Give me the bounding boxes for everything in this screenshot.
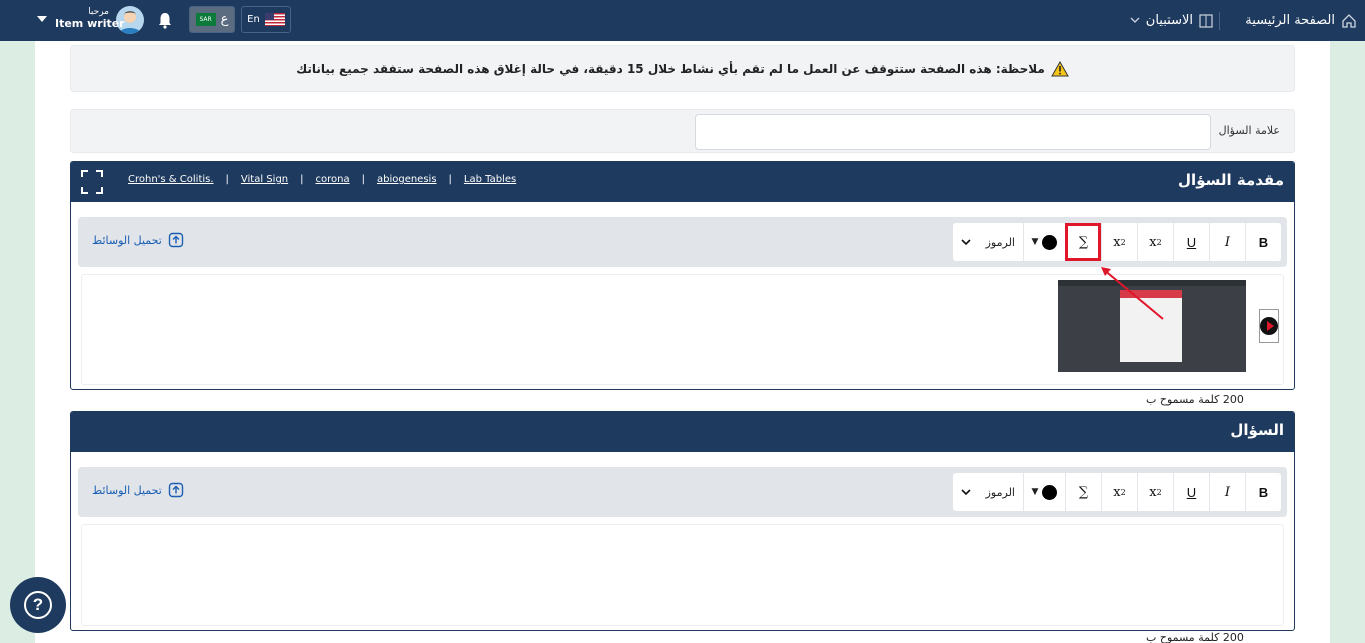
upload-label: تحميل الوسائط [92,233,162,247]
bold-button[interactable]: B [1245,473,1281,511]
intro-word-count: 200 كلمة مسموح ب [1146,393,1244,406]
home-label: الصفحة الرئيسية [1245,13,1335,28]
bell-icon[interactable] [157,12,173,29]
subscript-mark: 2 [1156,237,1162,247]
superscript-button[interactable]: x2 [1101,473,1137,511]
lang-ar-label: ع [220,12,229,27]
symbols-label: الرموز [985,235,1015,249]
italic-button[interactable]: I [1209,473,1245,511]
user-role-text: Item writer [55,17,125,30]
symbols-dropdown[interactable]: الرموز [953,223,1023,261]
question-editor-content[interactable] [81,524,1284,626]
upload-media-button[interactable]: تحميل الوسائط [92,482,184,498]
question-mark-label: علامة السؤال [1218,124,1280,137]
superscript-base: x [1113,234,1121,250]
chevron-down-icon [961,488,971,495]
upload-label: تحميل الوسائط [92,483,162,497]
play-video-icon[interactable] [1259,309,1279,343]
question-editor: السؤال تحميل الوسائط B I U x2 x2 ∑ ▼ الر… [70,411,1295,631]
superscript-button[interactable]: x2 [1101,223,1137,261]
italic-button[interactable]: I [1209,223,1245,261]
user-menu-caret-icon[interactable] [37,16,47,22]
subscript-base: x [1149,484,1157,500]
question-editor-title: السؤال [1230,421,1284,439]
sa-flag-icon: SAR [195,13,216,26]
link-separator: | [361,174,365,185]
fullscreen-icon[interactable] [81,170,103,194]
upload-icon [168,232,184,248]
link-separator: | [225,174,229,185]
play-triangle-icon [1266,321,1274,331]
upload-media-button[interactable]: تحميل الوسائط [92,232,184,248]
survey-icon [1199,13,1213,28]
superscript-mark: 2 [1120,487,1126,497]
annotation-arrow-icon [1101,267,1164,320]
language-ar-button[interactable]: SAR ع [189,6,235,33]
subscript-base: x [1149,234,1157,250]
color-swatch [1042,484,1058,500]
subscript-button[interactable]: x2 [1137,473,1173,511]
question-mark-input[interactable] [695,114,1211,150]
greeting-text: مرحبا [88,7,109,17]
user-info[interactable]: مرحبا Item writer [55,7,125,30]
text-color-picker[interactable]: ▼ [1023,223,1065,261]
bold-button[interactable]: B [1245,223,1281,261]
question-mark-row: علامة السؤال [70,109,1295,153]
color-swatch [1042,234,1058,250]
link-corona[interactable]: corona [316,174,350,185]
color-caret-icon: ▼ [1031,487,1039,497]
question-editor-toolbar: تحميل الوسائط B I U x2 x2 ∑ ▼ الرموز [78,467,1287,517]
lang-en-label: En [247,14,260,25]
link-lab-tables[interactable]: Lab Tables [464,174,516,185]
intro-editor-toolbar: تحميل الوسائط B I U x2 x2 ∑ ▼ الرموز [78,217,1287,267]
question-editor-header: السؤال [71,412,1294,452]
reference-links: Crohn's & Colitis. | Vital Sign | corona… [128,174,516,185]
link-separator: | [448,174,452,185]
intro-editor-title: مقدمة السؤال [1178,171,1284,189]
notice-text: ملاحظة: هذه الصفحة ستتوقف عن العمل ما لم… [296,61,1045,76]
format-toolbar: B I U x2 x2 ∑ ▼ الرموز [953,223,1281,261]
upload-icon [168,482,184,498]
sigma-equation-button[interactable]: ∑ [1065,223,1101,261]
help-button[interactable]: ? [10,577,66,633]
chevron-down-icon [1130,17,1140,23]
language-en-button[interactable]: En [241,6,291,33]
play-circle [1260,317,1278,335]
link-abiogenesis[interactable]: abiogenesis [377,174,437,185]
warning-icon [1050,60,1069,76]
superscript-mark: 2 [1120,237,1126,247]
survey-label: الاستبيان [1145,13,1193,28]
survey-nav-dropdown[interactable]: الاستبيان [1130,0,1213,41]
symbols-label: الرموز [985,485,1015,499]
subscript-button[interactable]: x2 [1137,223,1173,261]
main-content: ملاحظة: هذه الصفحة ستتوقف عن العمل ما لم… [35,41,1330,643]
us-flag-icon [264,13,285,26]
home-icon [1342,13,1356,28]
sa-flag-text: SAR [199,16,212,23]
subscript-mark: 2 [1156,487,1162,497]
underline-button[interactable]: U [1173,223,1209,261]
top-navbar: الصفحة الرئيسية الاستبيان En SAR ع مرحبا… [0,0,1365,41]
home-nav-link[interactable]: الصفحة الرئيسية [1245,0,1357,41]
link-separator: | [300,174,304,185]
chevron-down-icon [961,238,971,245]
format-toolbar: B I U x2 x2 ∑ ▼ الرموز [953,473,1281,511]
symbols-dropdown[interactable]: الرموز [953,473,1023,511]
link-vital-sign[interactable]: Vital Sign [241,174,288,185]
superscript-base: x [1113,484,1121,500]
question-word-count: 200 كلمة مسموح ب [1146,631,1244,643]
color-caret-icon: ▼ [1031,237,1039,247]
inactivity-notice: ملاحظة: هذه الصفحة ستتوقف عن العمل ما لم… [70,45,1295,92]
text-color-picker[interactable]: ▼ [1023,473,1065,511]
intro-editor-header: مقدمة السؤال Crohn's & Colitis. | Vital … [71,162,1294,202]
question-mark-icon: ? [24,591,52,619]
underline-button[interactable]: U [1173,473,1209,511]
sigma-equation-button[interactable]: ∑ [1065,473,1101,511]
nav-divider [1219,12,1220,30]
link-crohns-colitis[interactable]: Crohn's & Colitis. [128,174,214,185]
